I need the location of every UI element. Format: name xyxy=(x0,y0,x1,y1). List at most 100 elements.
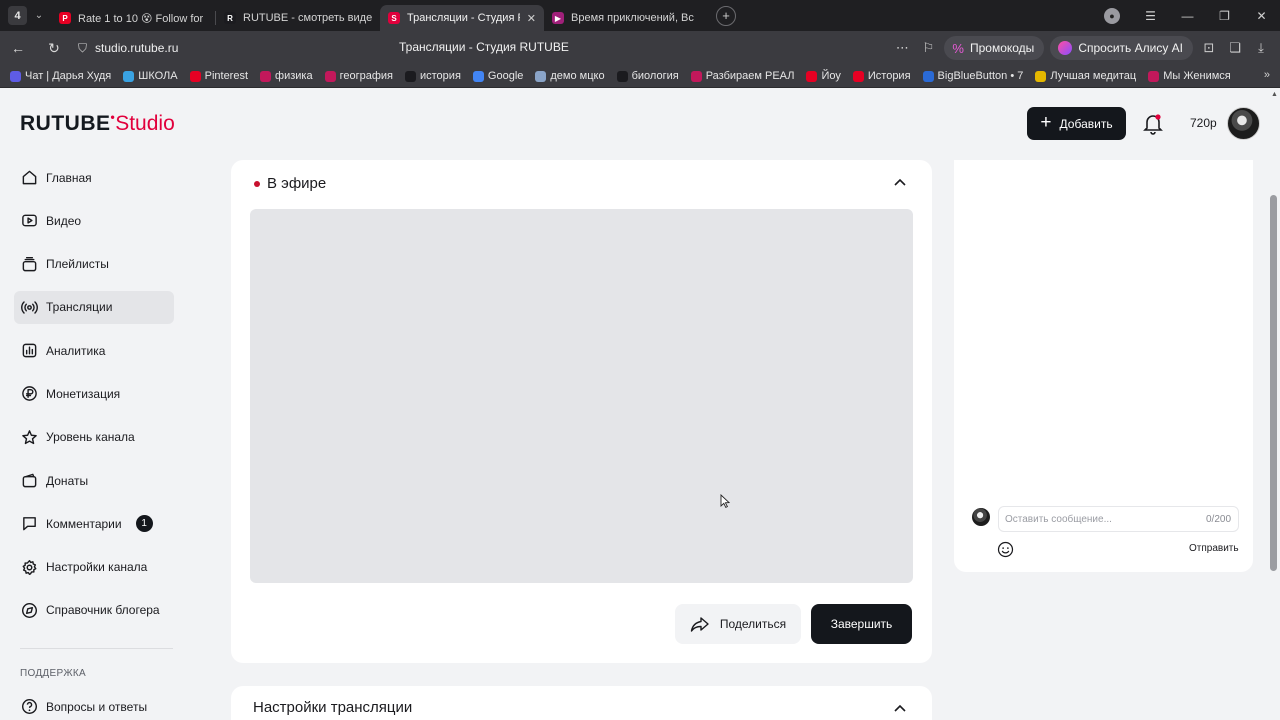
video-player[interactable] xyxy=(250,209,913,583)
bookmark-item[interactable]: биология xyxy=(616,70,679,82)
rutube-favicon-icon: R xyxy=(224,12,236,24)
bookmark-item[interactable]: Pinterest xyxy=(189,70,248,82)
sidebar-item-help[interactable]: Справочник блогера xyxy=(14,594,174,627)
rutube-studio-logo[interactable]: RUTUBE•Studio xyxy=(20,110,175,136)
browser-tab[interactable]: P Rate 1 to 10 😵 Follow for xyxy=(51,5,215,31)
emoji-icon[interactable] xyxy=(997,541,1014,558)
bookmark-item[interactable]: демо мцко xyxy=(535,70,605,82)
bookmark-item[interactable]: Мы Женимся xyxy=(1148,70,1231,82)
screenshot-icon[interactable]: ⊡ xyxy=(1196,40,1222,56)
bookmarks-bar: Чат | Дарья Худя ШКОЛА Pinterest физика геог… xyxy=(0,65,1280,88)
bookmark-item[interactable]: Google xyxy=(472,70,523,82)
bookmark-icon[interactable]: ⚐ xyxy=(915,40,941,56)
bookmark-favicon-icon xyxy=(1035,70,1047,82)
new-tab-button[interactable]: + xyxy=(716,5,736,26)
chevron-up-icon[interactable] xyxy=(894,704,906,712)
page-title-text: Трансляции - Студия RUTUBE xyxy=(399,40,569,54)
avatar[interactable] xyxy=(1227,107,1260,140)
scrollbar-thumb[interactable] xyxy=(1270,195,1277,571)
bookmark-item[interactable]: Лучшая медитац xyxy=(1035,70,1136,82)
scroll-up-icon[interactable]: ▲ xyxy=(1271,91,1278,98)
notifications-bell-icon[interactable] xyxy=(1142,112,1164,136)
bookmark-favicon-icon xyxy=(852,70,864,82)
comment-icon xyxy=(20,515,38,533)
sidebar-item-label: Аналитика xyxy=(46,343,106,358)
bookmark-favicon-icon xyxy=(324,70,336,82)
browser-tab-strip: 4 ⌄ P Rate 1 to 10 😵 Follow for R RUTUBE… xyxy=(0,0,1280,31)
tab-title: Трансляции - Студия RUTUBE xyxy=(407,12,520,24)
browser-tab[interactable]: ▶ Время приключений, Вс xyxy=(544,5,708,31)
sidebar-item-label: Настройки канала xyxy=(46,560,148,575)
minimize-icon[interactable]: — xyxy=(1169,9,1206,23)
end-broadcast-button[interactable]: Завершить xyxy=(811,604,912,644)
monetization-icon xyxy=(20,385,38,403)
bookmark-item[interactable]: Чат | Дарья Худя xyxy=(10,70,111,82)
profile-icon[interactable]: ● xyxy=(1104,7,1120,24)
chevron-down-icon[interactable]: ⌄ xyxy=(27,10,51,21)
sidebar-item-label: Справочник блогера xyxy=(46,603,160,618)
menu-icon[interactable]: ☰ xyxy=(1132,9,1169,23)
bookmark-item[interactable]: физика xyxy=(260,70,313,82)
download-icon[interactable]: ⤓ xyxy=(1248,40,1274,56)
sidebar-item-comment[interactable]: Комментарии 1 xyxy=(14,507,174,540)
sidebar-item-label: Комментарии xyxy=(46,516,122,531)
sidebar-item-donation[interactable]: Донаты xyxy=(14,464,174,497)
studio-favicon-icon: S xyxy=(388,12,400,24)
bookmark-item[interactable]: история xyxy=(405,70,461,82)
question-icon xyxy=(20,698,38,716)
restore-icon[interactable]: ❐ xyxy=(1206,9,1243,23)
bookmark-item[interactable]: BigBlueButton • 7 xyxy=(922,70,1023,82)
sidebar-item-star[interactable]: Уровень канала xyxy=(14,421,174,454)
more-bookmarks-icon[interactable]: » xyxy=(1264,69,1270,81)
live-indicator xyxy=(254,181,260,187)
back-icon[interactable]: ← xyxy=(0,40,36,56)
promo-button[interactable]: % Промокоды xyxy=(944,36,1045,60)
sidebar-item-home[interactable]: Главная xyxy=(14,161,174,194)
bookmark-item[interactable]: Разбираем РЕАЛ xyxy=(690,70,794,82)
collections-icon[interactable]: ❏ xyxy=(1222,40,1248,56)
browser-tab[interactable]: R RUTUBE - смотреть виде xyxy=(216,5,380,31)
sidebar-item-monetization[interactable]: Монетизация xyxy=(14,377,174,410)
bookmark-item[interactable]: ШКОЛА xyxy=(123,70,178,82)
bookmark-favicon-icon xyxy=(616,70,628,82)
sidebar-item-playlist[interactable]: Плейлисты xyxy=(14,248,174,281)
bookmark-favicon-icon xyxy=(10,70,21,82)
char-counter: 0/200 xyxy=(1206,514,1232,525)
bookmark-item[interactable]: география xyxy=(324,70,393,82)
bookmark-favicon-icon xyxy=(472,70,484,82)
url-text[interactable]: studio.rutube.ru xyxy=(95,41,178,55)
chevron-up-icon[interactable] xyxy=(894,178,906,186)
send-button[interactable]: Отправить xyxy=(1189,543,1239,554)
bookmark-item[interactable]: Йоу xyxy=(806,70,841,82)
workspace-badge[interactable]: 4 xyxy=(8,6,27,25)
sidebar-item-gear[interactable]: Настройки канала xyxy=(14,551,174,584)
shield-icon[interactable]: ⛉ xyxy=(78,41,87,56)
live-broadcast-card: В эфире Поделиться Завершить xyxy=(231,160,932,663)
add-button[interactable]: + Добавить xyxy=(1027,107,1126,140)
tab-title: Rate 1 to 10 😵 Follow for xyxy=(78,12,204,25)
sidebar-item-faq[interactable]: Вопросы и ответы xyxy=(14,690,147,720)
live-title: В эфире xyxy=(267,175,327,192)
comment-count-badge: 1 xyxy=(135,515,153,533)
analytics-icon xyxy=(20,342,38,360)
sidebar-item-video[interactable]: Видео xyxy=(14,204,174,237)
browser-tab-active[interactable]: S Трансляции - Студия RUTUBE ✕ xyxy=(380,5,544,31)
share-button[interactable]: Поделиться xyxy=(675,604,801,644)
more-icon[interactable]: ⋯ xyxy=(889,40,915,56)
chat-message-input[interactable] xyxy=(998,506,1239,532)
bookmark-favicon-icon xyxy=(1148,70,1160,82)
reload-icon[interactable]: ↻ xyxy=(36,40,72,57)
alice-button[interactable]: Спросить Алису AI xyxy=(1050,36,1193,60)
tab-title: RUTUBE - смотреть виде xyxy=(243,12,372,24)
close-window-icon[interactable]: ✕ xyxy=(1243,9,1280,23)
sidebar-item-analytics[interactable]: Аналитика xyxy=(14,334,174,367)
sidebar-item-label: Плейлисты xyxy=(46,257,109,272)
address-bar: ← ↻ ⛉ studio.rutube.ru Трансляции - Студ… xyxy=(0,31,1280,65)
resolution-label[interactable]: 720p xyxy=(1190,116,1217,130)
close-tab-icon[interactable]: ✕ xyxy=(527,12,536,25)
sidebar: Главная Видео Плейлисты Трансляции Аналитика… xyxy=(14,161,174,637)
bookmark-favicon-icon xyxy=(690,70,702,82)
playlist-icon xyxy=(20,255,38,273)
bookmark-item[interactable]: История xyxy=(852,70,911,82)
sidebar-item-broadcast[interactable]: Трансляции xyxy=(14,290,174,324)
